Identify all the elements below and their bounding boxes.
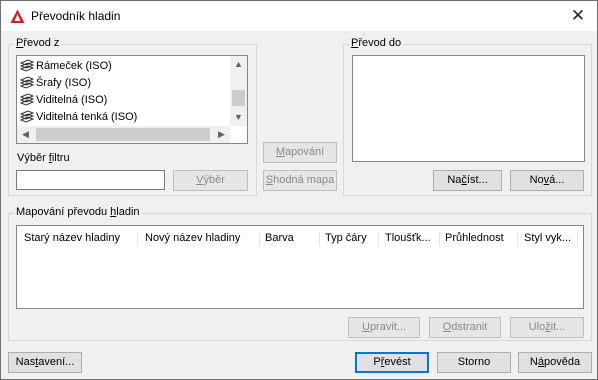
window-title: Převodník hladin [31,9,121,23]
convert-button[interactable]: Převést [355,352,429,373]
layer-translator-dialog: Převodník hladin ✕ Převod z Rámeček (ISO… [0,0,598,380]
help-button[interactable]: Nápověda [518,352,592,373]
load-button[interactable]: Načíst... [433,170,502,191]
column-divider[interactable] [517,232,518,246]
save-button[interactable]: Uložit... [510,317,584,338]
map-button[interactable]: Mapování [263,142,337,163]
scroll-down-icon[interactable]: ▼ [230,109,247,126]
convert-from-list[interactable]: Rámeček (ISO) Šrafy (ISO) Viditelná (ISO… [16,55,248,144]
column-divider[interactable] [439,232,440,246]
column-divider[interactable] [319,232,320,246]
new-button[interactable]: Nová... [510,170,584,191]
column-divider[interactable] [259,232,260,246]
layer-stack-icon [19,76,35,89]
convert-from-legend: Převod z [14,37,62,49]
filter-input[interactable] [16,170,165,190]
title-bar: Převodník hladin ✕ [1,1,597,31]
autocad-logo-icon [10,9,25,23]
map-same-button[interactable]: Shodná mapa [263,170,337,191]
convert-to-list[interactable] [352,55,585,162]
column-divider[interactable] [137,232,138,246]
layer-stack-icon [19,110,35,123]
column-header-lineweight[interactable]: Tloušťk... [381,226,438,250]
column-divider[interactable] [577,232,578,246]
cancel-button[interactable]: Storno [437,352,511,373]
select-filter-button[interactable]: Výběr [173,170,248,191]
column-header-color[interactable]: Barva [261,226,319,250]
column-header-plot-style[interactable]: Styl vyk... [520,226,576,250]
close-button[interactable]: ✕ [563,3,593,29]
scroll-thumb[interactable] [36,128,210,141]
column-header-transparency[interactable]: Průhlednost [441,226,515,250]
list-item[interactable]: Viditelná tenká (ISO) [19,109,137,125]
list-item[interactable]: Rámeček (ISO) [19,58,112,74]
list-item[interactable]: Šrafy (ISO) [19,75,91,91]
scroll-left-icon[interactable]: ◀ [17,126,34,143]
vertical-scrollbar[interactable]: ▲ ▼ [230,56,247,126]
layer-stack-icon [19,93,35,106]
scroll-right-icon[interactable]: ▶ [213,126,230,143]
edit-button[interactable]: Upravit... [348,317,420,338]
close-icon: ✕ [570,6,586,25]
filter-label: Výběr filtru [17,152,70,164]
column-header-new-name[interactable]: Nový název hladiny [141,226,257,250]
scroll-thumb[interactable] [232,90,245,106]
horizontal-scrollbar[interactable]: ◀ ▶ [17,126,230,143]
column-divider[interactable] [378,232,379,246]
scroll-up-icon[interactable]: ▲ [230,56,247,73]
column-header-linetype[interactable]: Typ čáry [321,226,377,250]
list-item[interactable]: Viditelná (ISO) [19,92,107,108]
convert-to-legend: Převod do [349,37,404,49]
remove-button[interactable]: Odstranit [429,317,501,338]
mapping-table[interactable]: Starý název hladiny Nový název hladiny B… [16,225,584,309]
layer-stack-icon [19,59,35,72]
settings-button[interactable]: Nastavení... [8,352,82,373]
column-header-old-name[interactable]: Starý název hladiny [20,226,136,250]
mapping-legend: Mapování převodu hladin [14,206,142,218]
